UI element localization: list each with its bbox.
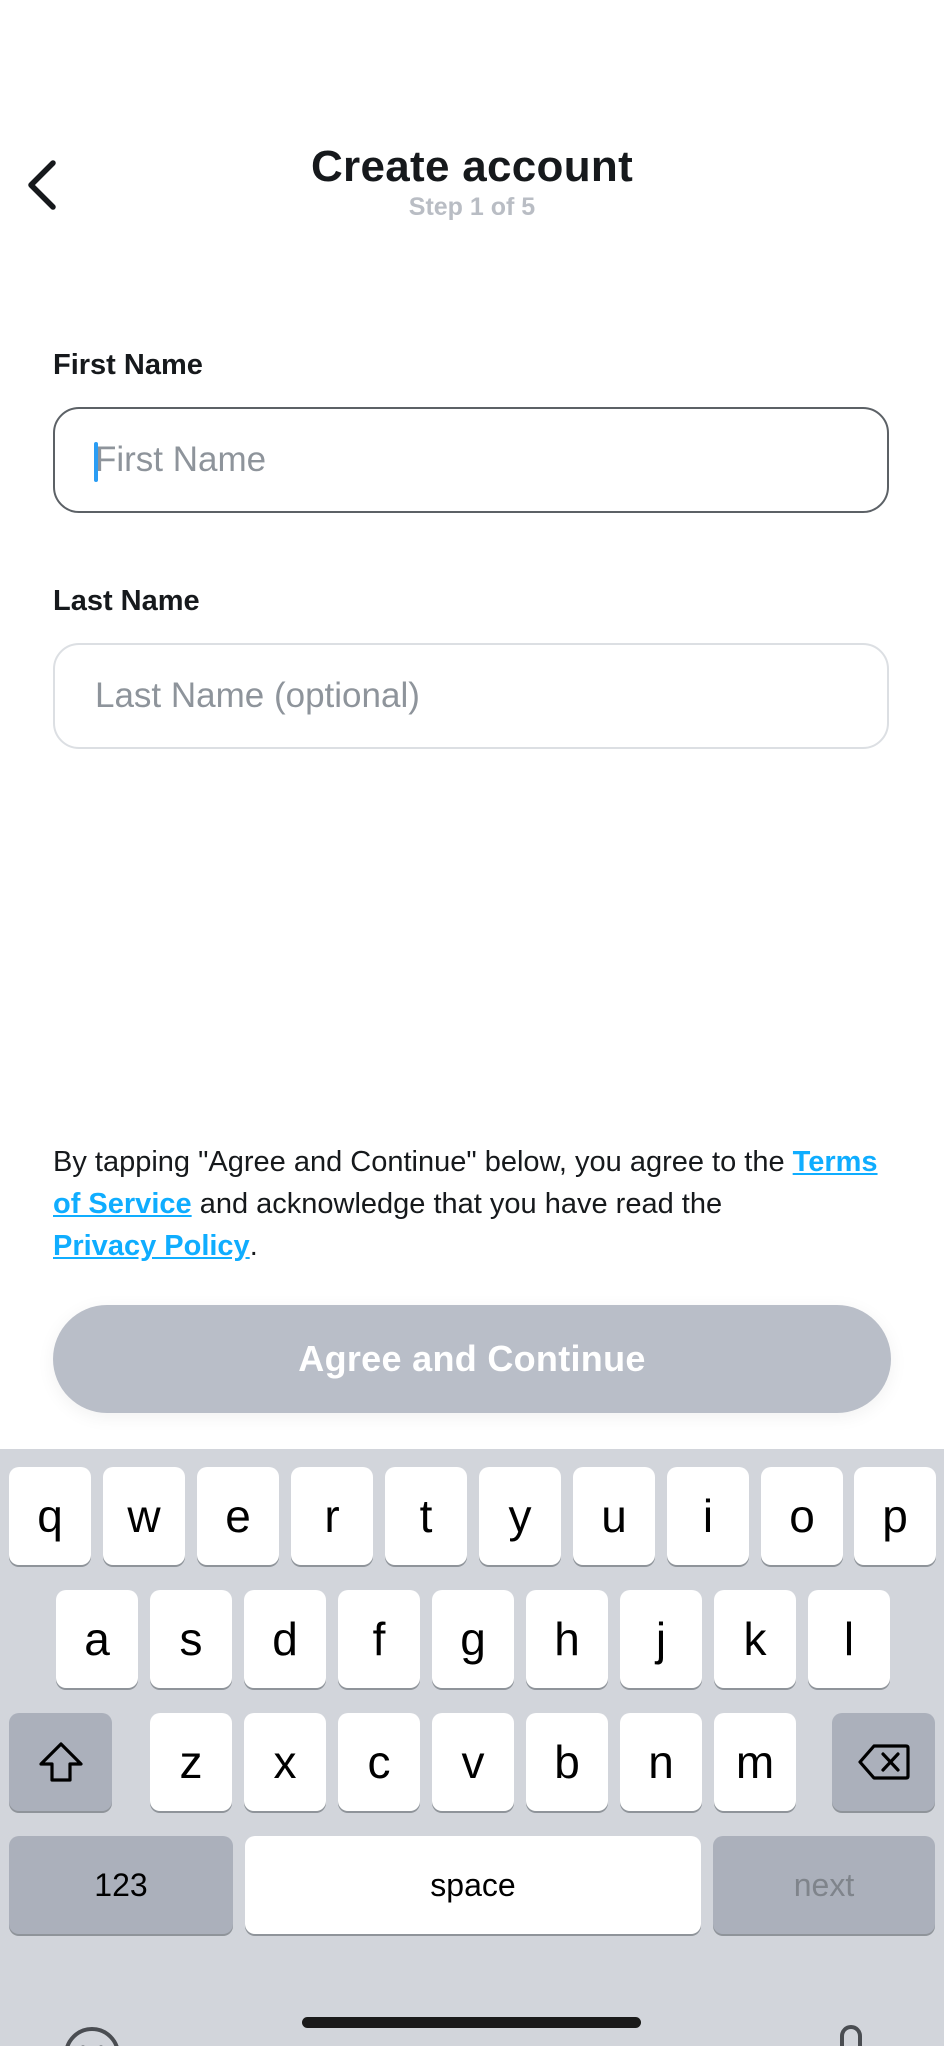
numbers-key[interactable]: 123 [9,1836,233,1934]
key-w[interactable]: w [103,1467,185,1565]
page-title: Create account [310,142,634,191]
key-z[interactable]: z [150,1713,232,1811]
terms-text-after: . [249,1230,258,1262]
first-name-input[interactable] [55,440,887,480]
last-name-label: Last Name [53,585,200,617]
shift-key[interactable] [9,1713,112,1811]
text-caret [94,442,98,482]
home-indicator [302,2017,641,2028]
terms-text-middle: and acknowledge that you have read the [191,1188,723,1220]
key-t[interactable]: t [385,1467,467,1565]
shift-icon [38,1742,83,1782]
dictation-button[interactable] [826,2023,876,2046]
key-j[interactable]: j [620,1590,702,1688]
key-x[interactable]: x [244,1713,326,1811]
key-m[interactable]: m [714,1713,796,1811]
agree-and-continue-button[interactable]: Agree and Continue [53,1305,891,1413]
microphone-icon [840,2025,862,2046]
key-i[interactable]: i [667,1467,749,1565]
key-n[interactable]: n [620,1713,702,1811]
key-e[interactable]: e [197,1467,279,1565]
key-b[interactable]: b [526,1713,608,1811]
first-name-field[interactable] [53,407,889,513]
key-f[interactable]: f [338,1590,420,1688]
key-o[interactable]: o [761,1467,843,1565]
terms-notice: By tapping "Agree and Continue" below, y… [53,1141,903,1267]
key-y[interactable]: y [479,1467,561,1565]
backspace-icon [857,1744,910,1780]
privacy-policy-link[interactable]: Privacy Policy [53,1230,250,1262]
key-d[interactable]: d [244,1590,326,1688]
terms-text-before: By tapping "Agree and Continue" below, y… [53,1146,793,1178]
key-a[interactable]: a [56,1590,138,1688]
onscreen-keyboard: q w e r t y u i o p a s d f g h j k l z … [0,1449,944,2046]
key-h[interactable]: h [526,1590,608,1688]
key-k[interactable]: k [714,1590,796,1688]
key-u[interactable]: u [573,1467,655,1565]
first-name-label: First Name [53,349,203,381]
step-indicator: Step 1 of 5 [408,193,536,221]
create-account-screen: Create account Step 1 of 5 First Name La… [0,0,944,2046]
key-p[interactable]: p [854,1467,936,1565]
key-g[interactable]: g [432,1590,514,1688]
key-l[interactable]: l [808,1590,890,1688]
space-key[interactable]: space [245,1836,701,1934]
last-name-field[interactable] [53,643,889,749]
key-r[interactable]: r [291,1467,373,1565]
delete-key[interactable] [832,1713,935,1811]
emoji-button[interactable] [62,2025,122,2046]
key-v[interactable]: v [432,1713,514,1811]
key-c[interactable]: c [338,1713,420,1811]
next-key[interactable]: next [713,1836,935,1934]
key-s[interactable]: s [150,1590,232,1688]
last-name-input[interactable] [55,676,887,716]
key-q[interactable]: q [9,1467,91,1565]
emoji-icon [65,2027,119,2046]
